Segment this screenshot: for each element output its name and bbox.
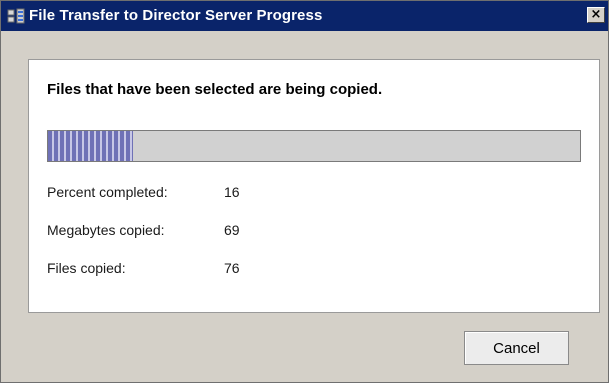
app-transfer-icon (7, 8, 25, 24)
status-message: Files that have been selected are being … (47, 81, 383, 98)
stat-label: Percent completed: (47, 184, 168, 200)
stat-value: 69 (224, 222, 240, 238)
stat-label: Megabytes copied: (47, 222, 165, 238)
cancel-button[interactable]: Cancel (464, 331, 569, 365)
progress-dialog: File Transfer to Director Server Progres… (0, 0, 609, 383)
stat-value: 16 (224, 184, 240, 200)
window-title: File Transfer to Director Server Progres… (29, 7, 323, 24)
stat-label: Files copied: (47, 260, 126, 276)
progress-fill (48, 131, 134, 161)
title-bar[interactable]: File Transfer to Director Server Progres… (1, 1, 608, 31)
progress-bar (47, 130, 581, 162)
stat-value: 76 (224, 260, 240, 276)
close-button[interactable]: × (587, 7, 605, 23)
close-icon: × (590, 7, 602, 22)
content-panel: Files that have been selected are being … (28, 59, 600, 313)
